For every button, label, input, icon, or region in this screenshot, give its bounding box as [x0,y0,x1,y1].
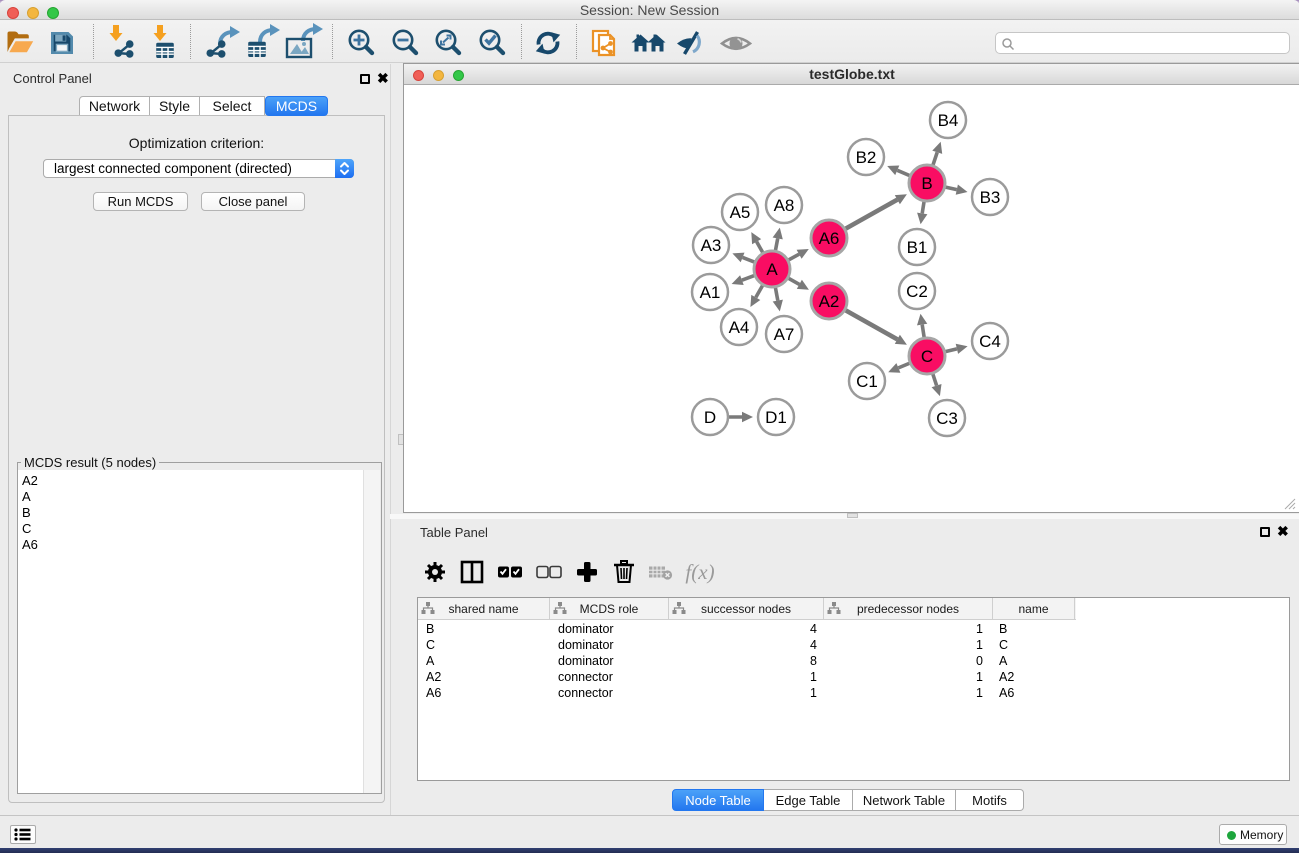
svg-text:A6: A6 [819,229,840,248]
svg-text:A4: A4 [729,318,750,337]
svg-text:B4: B4 [938,111,959,130]
svg-text:A7: A7 [774,325,795,344]
svg-text:C2: C2 [906,282,928,301]
svg-text:C: C [921,347,933,366]
svg-text:A: A [766,260,778,279]
svg-text:A2: A2 [819,292,840,311]
svg-text:D1: D1 [765,408,787,427]
svg-text:A5: A5 [730,203,751,222]
svg-text:B: B [921,174,932,193]
svg-text:C1: C1 [856,372,878,391]
svg-text:C3: C3 [936,409,958,428]
svg-text:C4: C4 [979,332,1001,351]
svg-text:B2: B2 [856,148,877,167]
svg-text:B3: B3 [980,188,1001,207]
svg-text:B1: B1 [907,238,928,257]
svg-text:A1: A1 [700,283,721,302]
svg-text:A3: A3 [701,236,722,255]
svg-text:f(x): f(x) [685,560,714,584]
svg-text:D: D [704,408,716,427]
svg-text:A8: A8 [774,196,795,215]
